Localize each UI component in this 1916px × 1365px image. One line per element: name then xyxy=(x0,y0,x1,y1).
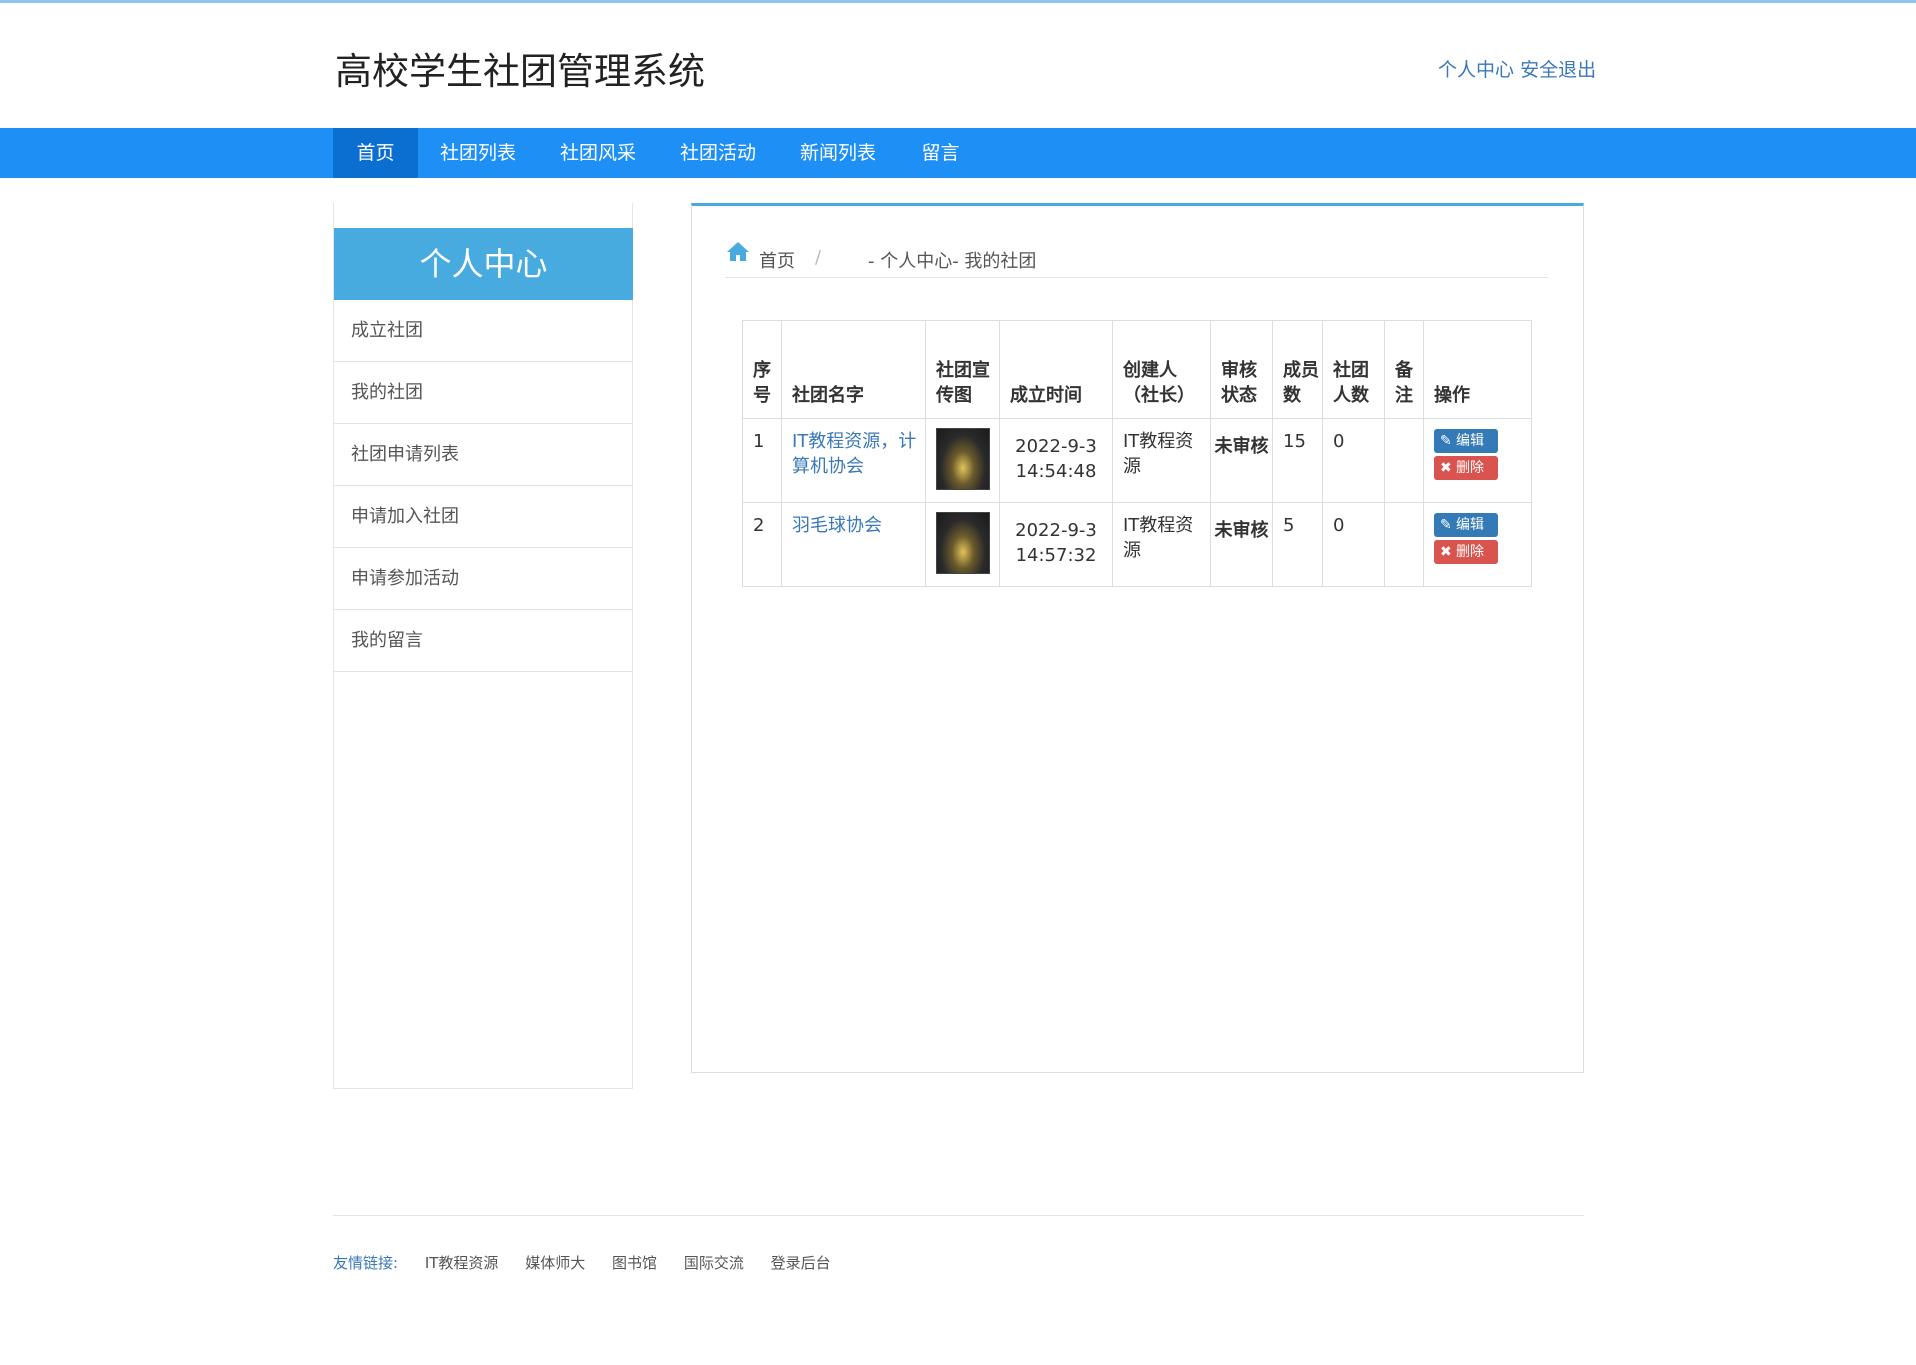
pencil-icon: ✎ xyxy=(1440,517,1452,533)
footer-link[interactable]: 国际交流 xyxy=(684,1254,744,1272)
row-count: 0 xyxy=(1322,418,1385,503)
row-name: IT教程资源，计算机协会 xyxy=(781,418,926,503)
row-index: 2 xyxy=(742,502,782,587)
main-panel: 首页 / - 个人中心- 我的社团 序号 社团名字 社团宣传图 成立时间 创建人… xyxy=(691,203,1584,1073)
logout-link[interactable]: 安全退出 xyxy=(1520,59,1596,81)
breadcrumb-path: - 个人中心- 我的社团 xyxy=(868,251,1037,272)
col-note: 备注 xyxy=(1384,320,1424,419)
nav-home[interactable]: 首页 xyxy=(333,128,418,178)
edit-button[interactable]: ✎ 编辑 xyxy=(1434,429,1498,453)
sidebar-item-join-activity[interactable]: 申请参加活动 xyxy=(334,548,633,610)
club-name-link[interactable]: IT教程资源，计算机协会 xyxy=(792,431,916,477)
breadcrumb-home[interactable]: 首页 xyxy=(759,247,795,273)
row-date: 2022-9-3 14:54:48 xyxy=(999,418,1113,503)
close-icon: ✖ xyxy=(1440,460,1452,476)
breadcrumb-separator: / xyxy=(815,247,822,268)
row-creator: IT教程资源 xyxy=(1112,502,1211,587)
club-name-link[interactable]: 羽毛球协会 xyxy=(792,515,882,536)
nav-club-activity[interactable]: 社团活动 xyxy=(658,128,778,178)
nav-club-style[interactable]: 社团风采 xyxy=(538,128,658,178)
col-creator: 创建人（社长） xyxy=(1112,320,1211,419)
nav-news-list[interactable]: 新闻列表 xyxy=(778,128,898,178)
col-name: 社团名字 xyxy=(781,320,926,419)
table-row: 2 羽毛球协会 2022-9-3 14:57:32 IT教程资源 未审核 5 0 … xyxy=(742,502,1532,587)
pencil-icon: ✎ xyxy=(1440,433,1452,449)
table-header-row: 序号 社团名字 社团宣传图 成立时间 创建人（社长） 审核状态 成员数 社团人数… xyxy=(742,320,1532,419)
close-icon: ✖ xyxy=(1440,544,1452,560)
row-poster xyxy=(925,502,1000,587)
col-index: 序号 xyxy=(742,320,782,419)
sidebar-item-join-club[interactable]: 申请加入社团 xyxy=(334,486,633,548)
row-note xyxy=(1384,502,1424,587)
footer-divider xyxy=(333,1215,1584,1216)
row-status: 未审核 xyxy=(1210,502,1273,587)
table-row: 1 IT教程资源，计算机协会 2022-9-3 14:54:48 IT教程资源 未… xyxy=(742,418,1532,503)
row-members: 15 xyxy=(1272,418,1323,503)
footer-label: 友情链接: xyxy=(333,1254,399,1272)
row-date: 2022-9-3 14:57:32 xyxy=(999,502,1113,587)
delete-button[interactable]: ✖ 删除 xyxy=(1434,456,1498,480)
delete-button[interactable]: ✖ 删除 xyxy=(1434,540,1498,564)
footer-link[interactable]: 媒体师大 xyxy=(525,1254,585,1272)
sidebar-item-my-messages[interactable]: 我的留言 xyxy=(334,610,633,672)
sidebar-item-my-clubs[interactable]: 我的社团 xyxy=(334,362,633,424)
site-title: 高校学生社团管理系统 xyxy=(335,50,705,93)
footer-link[interactable]: IT教程资源 xyxy=(425,1254,499,1272)
row-name: 羽毛球协会 xyxy=(781,502,926,587)
row-note xyxy=(1384,418,1424,503)
user-center-link[interactable]: 个人中心 xyxy=(1438,59,1514,81)
user-links: 个人中心 安全退出 xyxy=(1438,55,1596,82)
sidebar-item-club-applications[interactable]: 社团申请列表 xyxy=(334,424,633,486)
row-actions: ✎ 编辑 ✖ 删除 xyxy=(1423,502,1532,587)
footer-link[interactable]: 图书馆 xyxy=(612,1254,657,1272)
nav-message[interactable]: 留言 xyxy=(898,128,983,178)
club-poster-image xyxy=(936,512,990,574)
col-members: 成员数 xyxy=(1272,320,1323,419)
row-creator: IT教程资源 xyxy=(1112,418,1211,503)
row-status: 未审核 xyxy=(1210,418,1273,503)
home-icon xyxy=(727,242,749,261)
breadcrumb: 首页 / - 个人中心- 我的社团 xyxy=(725,234,1548,278)
col-date: 成立时间 xyxy=(999,320,1113,419)
footer-link[interactable]: 登录后台 xyxy=(771,1254,831,1272)
col-status: 审核状态 xyxy=(1210,320,1273,419)
row-index: 1 xyxy=(742,418,782,503)
row-actions: ✎ 编辑 ✖ 删除 xyxy=(1423,418,1532,503)
edit-button[interactable]: ✎ 编辑 xyxy=(1434,513,1498,537)
club-table: 序号 社团名字 社团宣传图 成立时间 创建人（社长） 审核状态 成员数 社团人数… xyxy=(742,320,1532,587)
sidebar-title: 个人中心 xyxy=(334,228,633,300)
col-poster: 社团宣传图 xyxy=(925,320,1000,419)
sidebar-menu: 成立社团 我的社团 社团申请列表 申请加入社团 申请参加活动 我的留言 xyxy=(334,300,633,672)
col-count: 社团人数 xyxy=(1322,320,1385,419)
row-members: 5 xyxy=(1272,502,1323,587)
row-count: 0 xyxy=(1322,502,1385,587)
main-nav: 首页 社团列表 社团风采 社团活动 新闻列表 留言 xyxy=(0,128,1916,178)
sidebar-item-create-club[interactable]: 成立社团 xyxy=(334,300,633,362)
footer-links: 友情链接: IT教程资源 媒体师大 图书馆 国际交流 登录后台 xyxy=(333,1252,853,1273)
header: 高校学生社团管理系统 个人中心 安全退出 xyxy=(0,3,1916,128)
sidebar: 个人中心 成立社团 我的社团 社团申请列表 申请加入社团 申请参加活动 我的留言 xyxy=(333,203,633,1089)
col-actions: 操作 xyxy=(1423,320,1532,419)
nav-club-list[interactable]: 社团列表 xyxy=(418,128,538,178)
row-poster xyxy=(925,418,1000,503)
club-poster-image xyxy=(936,428,990,490)
